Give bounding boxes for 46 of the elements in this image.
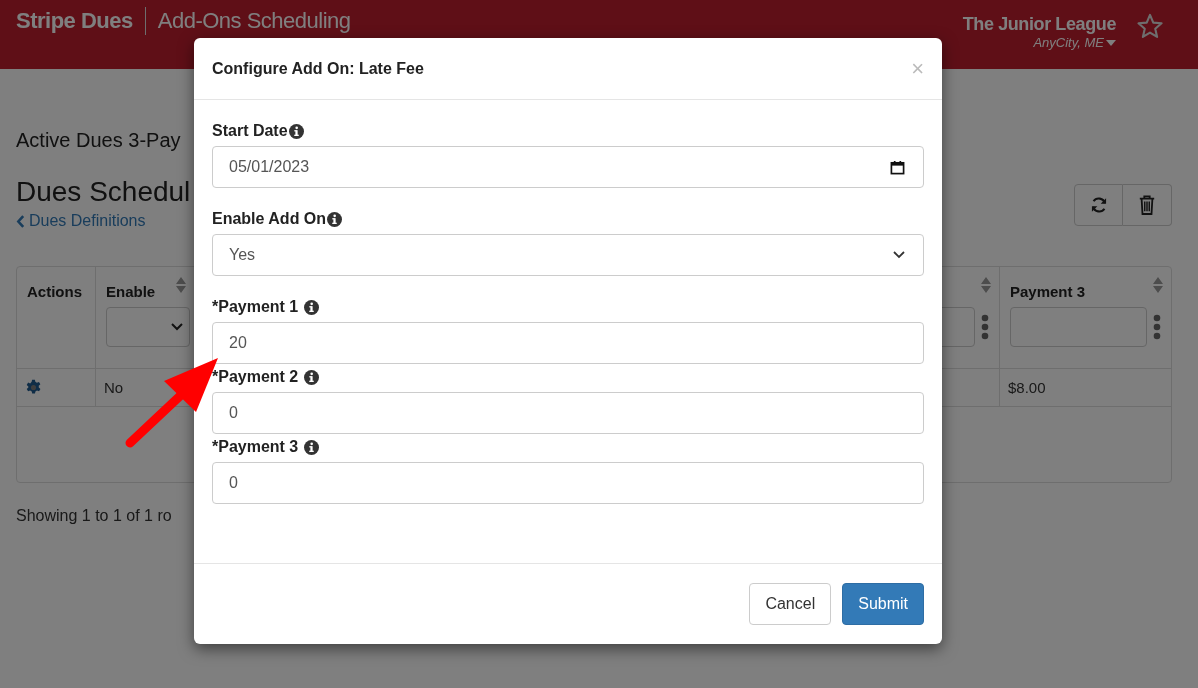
info-icon[interactable]	[327, 211, 343, 227]
chevron-icon	[893, 251, 905, 259]
filter-input[interactable]	[1010, 307, 1147, 347]
column-header[interactable]: Payment 3	[1010, 283, 1086, 300]
column-header[interactable]: Actions	[27, 283, 82, 300]
schedule-name: Active Dues 3-Pay	[16, 129, 181, 152]
caret-icon[interactable]	[1106, 39, 1116, 46]
submit-button[interactable]: Submit	[842, 583, 924, 625]
sort-icon[interactable]	[1153, 277, 1163, 293]
field-label: *Payment 1	[212, 298, 299, 316]
field-label: Enable Add On	[212, 210, 327, 228]
field-label: *Payment 2	[212, 368, 299, 386]
select-field[interactable]: Yes	[212, 234, 924, 276]
dialog-title: Configure Add On: Late Fee	[212, 59, 424, 78]
calendar-icon[interactable]	[890, 159, 905, 175]
trash-icon[interactable]	[1138, 194, 1156, 216]
star-icon[interactable]	[1136, 12, 1164, 40]
table-cell-text: $8.00	[1007, 378, 1047, 398]
more-icon[interactable]	[1153, 314, 1161, 340]
organization-name: The Junior League	[962, 14, 1116, 35]
delete-button[interactable]	[1123, 184, 1172, 226]
refresh-button[interactable]	[1074, 184, 1123, 226]
field-label: Start Date	[212, 122, 288, 140]
settings-icon[interactable]	[25, 379, 42, 396]
section-heading: Dues Schedul	[16, 176, 191, 208]
info-icon[interactable]	[304, 439, 320, 455]
input-field[interactable]: 0	[212, 462, 924, 504]
chevron-left-icon[interactable]	[16, 214, 25, 228]
pagination-info: Showing 1 to 1 of 1 ro	[16, 507, 173, 525]
page-title: Add-Ons Scheduling	[157, 8, 351, 34]
input-field[interactable]: 20	[212, 322, 924, 364]
chevron-icon	[171, 323, 183, 331]
info-icon[interactable]	[288, 123, 304, 139]
info-icon[interactable]	[304, 369, 320, 385]
field-label: *Payment 3	[212, 438, 299, 456]
sort-icon[interactable]	[176, 277, 186, 293]
date-field[interactable]: 05/01/2023	[212, 146, 924, 188]
column-header[interactable]: Enable	[106, 283, 156, 300]
cancel-button[interactable]: Cancel	[749, 583, 832, 625]
more-icon[interactable]	[981, 314, 989, 340]
location-dropdown[interactable]: AnyCity, ME	[1033, 35, 1116, 50]
input-field[interactable]: 0	[212, 392, 924, 434]
app-brand[interactable]: Stripe Dues	[16, 8, 133, 34]
back-link[interactable]: Dues Definitions	[16, 212, 191, 230]
sort-icon[interactable]	[981, 277, 991, 293]
info-icon[interactable]	[304, 299, 320, 315]
